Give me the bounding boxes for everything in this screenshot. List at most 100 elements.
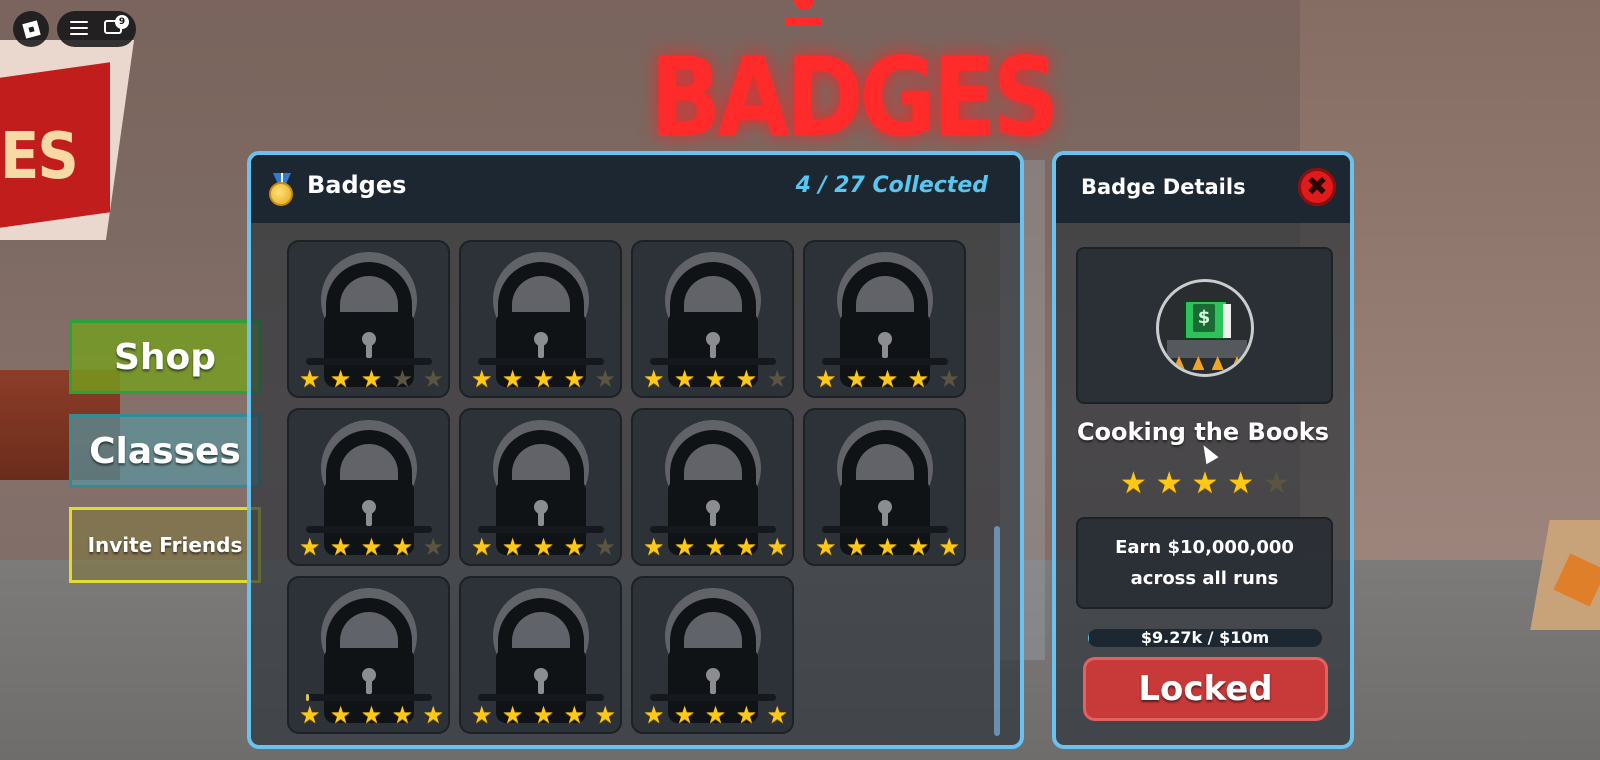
badge-tile[interactable]: ★ ★ ★ ★ ★ <box>631 576 794 734</box>
star-icon: ★ <box>1263 466 1290 501</box>
star-icon: ★ <box>532 533 555 561</box>
star-icon: ★ <box>815 533 837 561</box>
star-icon: ★ <box>1155 466 1183 501</box>
star-icon: ★ <box>766 533 788 561</box>
tile-progress-bar <box>478 358 604 365</box>
star-icon: ★ <box>704 533 727 561</box>
star-icon: ★ <box>422 701 444 729</box>
badge-grid: ★ ★ ★ ★ ★ ★ ★ ★ ★ ★ ★ ★ ★ ★ ★ ★ ★ ★ ★ ★ ★ ★ ★ ★ ★ ★ ★ ★ ★ ★ ★ ★ ★ ★ ★ ★ ★ ★ ★ ★… <box>287 240 977 740</box>
locked-status-button[interactable]: Locked <box>1083 657 1328 721</box>
star-icon: ★ <box>735 701 758 729</box>
star-icon: ★ <box>938 533 960 561</box>
star-icon: ★ <box>643 701 665 729</box>
tile-star-rating: ★ ★ ★ ★ ★ <box>471 366 616 392</box>
badges-panel-title: Badges <box>307 171 407 199</box>
badge-grid-scrollbar[interactable] <box>994 526 1000 736</box>
star-icon: ★ <box>391 533 414 561</box>
neon-sign-title: BADGES <box>650 33 1060 162</box>
tile-progress-bar <box>650 358 776 365</box>
tile-progress-fill <box>306 694 309 701</box>
star-icon: ★ <box>766 701 788 729</box>
star-icon: ★ <box>907 533 930 561</box>
badge-tile[interactable]: ★ ★ ★ ★ ★ <box>287 240 450 398</box>
close-icon: ✖ <box>1306 172 1328 202</box>
star-icon: ★ <box>766 365 788 393</box>
star-icon: ★ <box>563 701 586 729</box>
star-icon: ★ <box>360 701 383 729</box>
keyhole-stem <box>538 678 544 694</box>
roblox-menu-button[interactable] <box>13 11 49 47</box>
tile-star-rating: ★ ★ ★ ★ ★ <box>299 366 444 392</box>
star-icon: ★ <box>422 533 444 561</box>
badge-tile[interactable]: ★ ★ ★ ★ ★ <box>287 576 450 734</box>
badge-star-rating: ★ ★ ★ ★ ★ <box>1120 467 1290 501</box>
tile-progress-bar <box>306 358 432 365</box>
details-header: Badge Details ✖ <box>1056 155 1350 223</box>
star-icon: ★ <box>329 701 352 729</box>
star-icon: ★ <box>391 701 414 729</box>
star-icon: ★ <box>360 365 383 393</box>
star-icon: ★ <box>594 701 616 729</box>
tile-progress-bar <box>822 358 948 365</box>
sign-arrow-icon <box>786 0 822 26</box>
star-icon: ★ <box>563 365 586 393</box>
tile-star-rating: ★ ★ ★ ★ ★ <box>643 702 788 728</box>
tile-progress-bar <box>306 694 432 701</box>
star-icon: ★ <box>704 701 727 729</box>
star-icon: ★ <box>532 701 555 729</box>
tile-progress-bar <box>650 694 776 701</box>
badge-tile[interactable]: ★ ★ ★ ★ ★ <box>459 240 622 398</box>
star-icon: ★ <box>815 365 837 393</box>
tile-star-rating: ★ ★ ★ ★ ★ <box>643 534 788 560</box>
keyhole-stem <box>538 510 544 526</box>
star-icon: ★ <box>735 365 758 393</box>
star-icon: ★ <box>299 701 321 729</box>
badges-panel: Badges 4 / 27 Collected ★ ★ ★ ★ ★ ★ ★ ★ ★ ★ ★ ★ ★ ★ ★ ★… <box>247 151 1024 749</box>
badge-image-frame: $ <box>1076 247 1333 404</box>
star-icon: ★ <box>471 365 493 393</box>
star-icon: ★ <box>1227 466 1255 501</box>
tile-star-rating: ★ ★ ★ ★ ★ <box>299 534 444 560</box>
badge-tile[interactable]: ★ ★ ★ ★ ★ <box>631 408 794 566</box>
keyhole-stem <box>710 510 716 526</box>
star-icon: ★ <box>673 701 696 729</box>
star-icon: ★ <box>501 533 524 561</box>
badge-tile[interactable]: ★ ★ ★ ★ ★ <box>803 240 966 398</box>
cooking-books-badge-icon: $ <box>1156 279 1254 377</box>
badge-tile[interactable]: ★ ★ ★ ★ ★ <box>459 576 622 734</box>
invite-friends-button[interactable]: Invite Friends <box>69 507 261 583</box>
keyhole-stem <box>882 342 888 358</box>
star-icon: ★ <box>563 533 586 561</box>
classes-button[interactable]: Classes <box>69 414 261 488</box>
star-icon: ★ <box>594 365 616 393</box>
badge-tile[interactable]: ★ ★ ★ ★ ★ <box>287 408 450 566</box>
star-icon: ★ <box>422 365 444 393</box>
tile-progress-bar <box>650 526 776 533</box>
star-icon: ★ <box>938 365 960 393</box>
red-sign-text: ES <box>0 120 79 194</box>
tile-progress-bar <box>478 694 604 701</box>
star-icon: ★ <box>907 365 930 393</box>
star-icon: ★ <box>299 533 321 561</box>
shop-button[interactable]: Shop <box>69 320 261 394</box>
star-icon: ★ <box>876 533 899 561</box>
keyhole-stem <box>366 678 372 694</box>
details-title: Badge Details <box>1081 175 1246 199</box>
star-icon: ★ <box>704 365 727 393</box>
keyhole-stem <box>366 510 372 526</box>
star-icon: ★ <box>360 533 383 561</box>
star-icon: ★ <box>643 365 665 393</box>
star-icon: ★ <box>501 701 524 729</box>
badge-tile[interactable]: ★ ★ ★ ★ ★ <box>803 408 966 566</box>
roblox-logo-icon <box>21 19 41 39</box>
close-button[interactable]: ✖ <box>1298 168 1336 206</box>
hamburger-menu-icon[interactable] <box>70 21 88 35</box>
star-icon: ★ <box>532 365 555 393</box>
star-icon: ★ <box>329 365 352 393</box>
star-icon: ★ <box>471 533 493 561</box>
badge-name: Cooking the Books <box>1076 418 1330 446</box>
star-icon: ★ <box>643 533 665 561</box>
badge-tile[interactable]: ★ ★ ★ ★ ★ <box>631 240 794 398</box>
tile-star-rating: ★ ★ ★ ★ ★ <box>471 702 616 728</box>
badge-tile[interactable]: ★ ★ ★ ★ ★ <box>459 408 622 566</box>
